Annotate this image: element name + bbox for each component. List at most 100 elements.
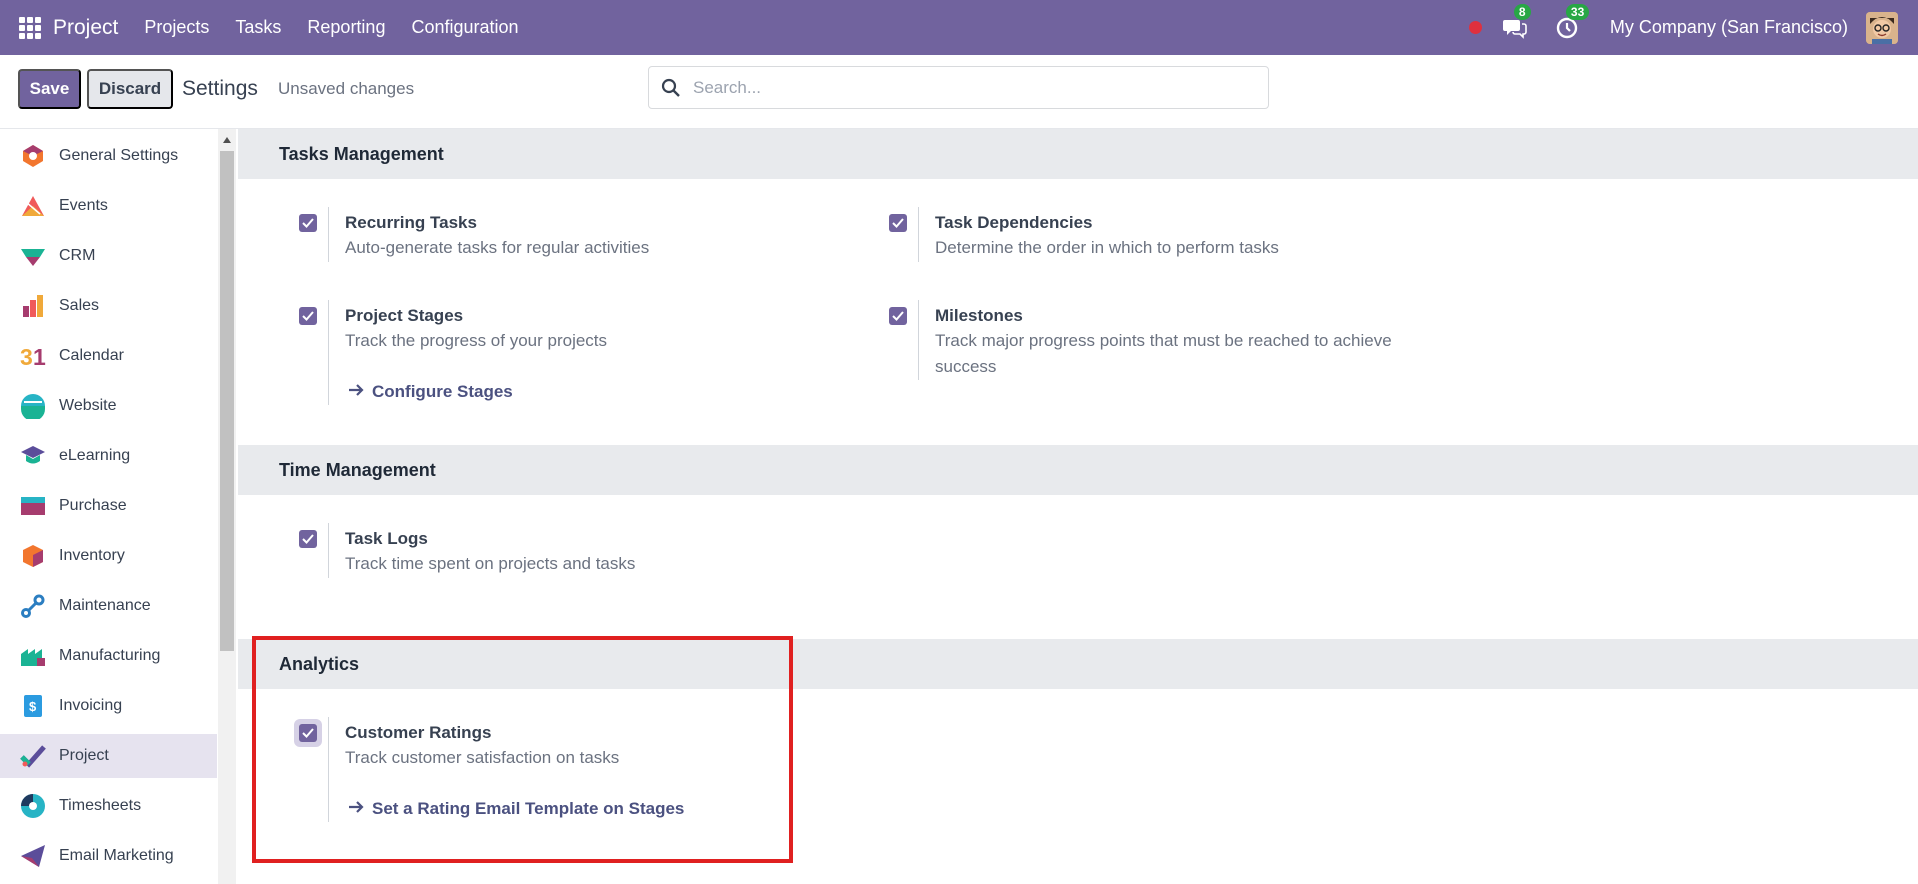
milestones-title: Milestones [935, 306, 1023, 325]
menu-tasks[interactable]: Tasks [235, 17, 281, 38]
milestones-description: Track major progress points that must be… [935, 331, 1392, 376]
project-stages-description: Track the progress of your projects [345, 331, 608, 350]
sales-icon [20, 293, 46, 319]
activities-count-badge: 33 [1565, 3, 1590, 20]
user-avatar[interactable] [1866, 11, 1898, 44]
manufacturing-icon [20, 643, 46, 669]
milestones-checkbox[interactable] [889, 307, 907, 325]
task-logs-title: Task Logs [345, 529, 428, 548]
check-icon [892, 218, 904, 228]
configure-stages-link[interactable]: Configure Stages [348, 382, 513, 402]
sidebar-item-purchase[interactable]: Purchase [0, 484, 217, 528]
recurring-tasks-checkbox[interactable] [299, 214, 317, 232]
check-icon [302, 311, 314, 321]
configure-stages-label: Configure Stages [372, 382, 513, 401]
sidebar-item-label: CRM [59, 247, 96, 264]
sidebar-scrollbar[interactable] [218, 129, 236, 884]
search-input[interactable] [693, 77, 1253, 98]
website-icon [20, 393, 46, 419]
sidebar-item-calendar[interactable]: 31 Calendar [0, 334, 217, 378]
task-dependencies-checkbox[interactable] [889, 214, 907, 232]
divider [328, 523, 329, 578]
sidebar-item-label: Maintenance [59, 597, 151, 614]
top-navbar: Project Projects Tasks Reporting Configu… [0, 0, 1918, 55]
inventory-icon [20, 543, 46, 569]
discard-button[interactable]: Discard [87, 69, 173, 109]
arrow-right-icon [348, 382, 364, 402]
control-panel: Save Discard Settings Unsaved changes [0, 55, 1918, 129]
svg-text:3: 3 [20, 344, 33, 368]
section-title-time-management: Time Management [238, 445, 1918, 495]
sidebar-item-label: Purchase [59, 497, 127, 514]
sidebar-item-label: Inventory [59, 547, 125, 564]
sidebar-item-project[interactable]: Project [0, 734, 217, 778]
sidebar-item-label: Email Marketing [59, 847, 174, 864]
divider [918, 300, 919, 380]
sidebar-item-label: Project [59, 747, 109, 764]
task-dependencies-title: Task Dependencies [935, 213, 1093, 232]
svg-text:$: $ [29, 699, 37, 714]
unsaved-status: Unsaved changes [278, 79, 415, 98]
maintenance-icon [20, 593, 46, 619]
search-bar[interactable] [648, 66, 1269, 109]
sidebar-item-label: Invoicing [59, 697, 123, 714]
recurring-tasks-description: Auto-generate tasks for regular activiti… [345, 238, 650, 257]
sidebar-item-crm[interactable]: CRM [0, 234, 217, 278]
timesheets-icon [20, 793, 46, 819]
messages-count-badge: 8 [1513, 3, 1531, 20]
sidebar-item-inventory[interactable]: Inventory [0, 534, 217, 578]
calendar-icon: 31 [20, 343, 46, 369]
sidebar-item-manufacturing[interactable]: Manufacturing [0, 634, 217, 678]
project-icon [20, 743, 46, 769]
project-stages-title: Project Stages [345, 306, 464, 325]
sidebar-item-email-marketing[interactable]: Email Marketing [0, 834, 217, 878]
menu-projects[interactable]: Projects [144, 17, 209, 38]
email-marketing-icon [20, 843, 46, 869]
invoicing-icon: $ [20, 693, 46, 719]
settings-sidebar: General Settings Events CRM Sales 31 Cal… [0, 129, 217, 884]
sidebar-item-timesheets[interactable]: Timesheets [0, 784, 217, 828]
divider [328, 300, 329, 405]
page-title: Settings [182, 77, 258, 100]
activities-clock-icon[interactable]: 33 [1554, 3, 1590, 41]
task-dependencies-description: Determine the order in which to perform … [935, 238, 1279, 257]
sidebar-item-maintenance[interactable]: Maintenance [0, 584, 217, 628]
highlight-annotation-box [252, 636, 793, 863]
sidebar-item-website[interactable]: Website [0, 384, 217, 428]
messages-icon[interactable]: 8 [1502, 3, 1531, 41]
scroll-up-arrow-icon[interactable] [223, 137, 231, 143]
search-icon [661, 78, 680, 97]
sidebar-item-label: General Settings [59, 147, 179, 164]
recording-indicator-icon[interactable] [1468, 21, 1482, 34]
check-icon [302, 534, 314, 544]
sidebar-item-sales[interactable]: Sales [0, 284, 217, 328]
sidebar-item-label: Manufacturing [59, 647, 161, 664]
task-logs-checkbox[interactable] [299, 530, 317, 548]
app-brand[interactable]: Project [53, 16, 118, 40]
recurring-tasks-title: Recurring Tasks [345, 213, 477, 232]
divider [918, 207, 919, 262]
divider [328, 207, 329, 262]
apps-menu-icon[interactable] [19, 16, 41, 39]
check-icon [892, 311, 904, 321]
scroll-thumb[interactable] [220, 151, 234, 651]
svg-text:1: 1 [33, 344, 46, 368]
sidebar-item-events[interactable]: Events [0, 184, 217, 228]
save-button[interactable]: Save [18, 69, 81, 109]
general-settings-icon [20, 143, 46, 169]
sidebar-item-elearning[interactable]: eLearning [0, 434, 217, 478]
menu-reporting[interactable]: Reporting [307, 17, 385, 38]
menu-configuration[interactable]: Configuration [411, 17, 518, 38]
elearning-icon [20, 443, 46, 469]
sidebar-item-label: Timesheets [59, 797, 142, 814]
sidebar-item-invoicing[interactable]: $ Invoicing [0, 684, 217, 728]
sidebar-item-general-settings[interactable]: General Settings [0, 134, 217, 178]
sidebar-item-label: eLearning [59, 447, 131, 464]
check-icon [302, 218, 314, 228]
sidebar-item-label: Sales [59, 297, 100, 314]
task-logs-description: Track time spent on projects and tasks [345, 554, 636, 573]
sidebar-item-label: Events [59, 197, 108, 214]
project-stages-checkbox[interactable] [299, 307, 317, 325]
crm-icon [20, 243, 46, 269]
company-switcher[interactable]: My Company (San Francisco) [1610, 17, 1848, 38]
